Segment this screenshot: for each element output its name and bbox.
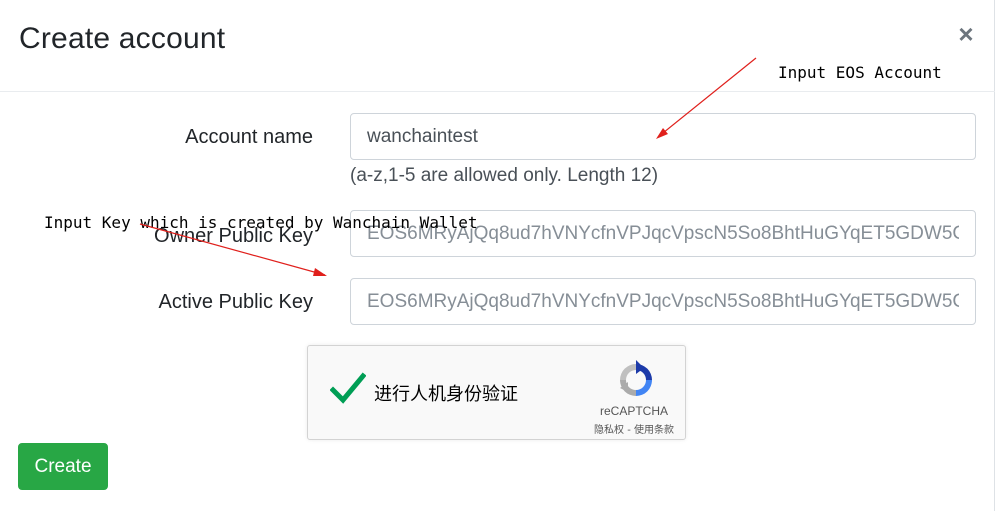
recaptcha-brand: reCAPTCHA xyxy=(599,404,668,418)
create-button[interactable]: Create xyxy=(18,443,108,490)
recaptcha-terms-link[interactable]: 隐私权 - 使用条款 xyxy=(578,421,690,436)
key-annotation: Input Key which is created by Wanchain W… xyxy=(44,213,478,232)
active-public-key-input[interactable] xyxy=(350,278,976,325)
recaptcha-logo-icon xyxy=(620,360,652,396)
eos-account-annotation: Input EOS Account xyxy=(778,63,942,82)
active-public-key-label: Active Public Key xyxy=(158,291,313,313)
account-name-label: Account name xyxy=(185,126,313,148)
recaptcha-label: 进行人机身份验证 xyxy=(374,384,518,405)
close-button[interactable]: × xyxy=(953,20,979,48)
account-name-input[interactable] xyxy=(350,113,976,160)
account-name-help: (a-z,1-5 are allowed only. Length 12) xyxy=(350,165,659,186)
create-account-dialog: Create account × Account name (a-z,1-5 a… xyxy=(0,0,995,511)
dialog-title: Create account xyxy=(19,22,226,55)
recaptcha-widget[interactable]: 进行人机身份验证 reCAPTCHA 隐私权 - 使用条款 xyxy=(307,345,686,440)
checkmark-icon[interactable] xyxy=(330,372,366,406)
